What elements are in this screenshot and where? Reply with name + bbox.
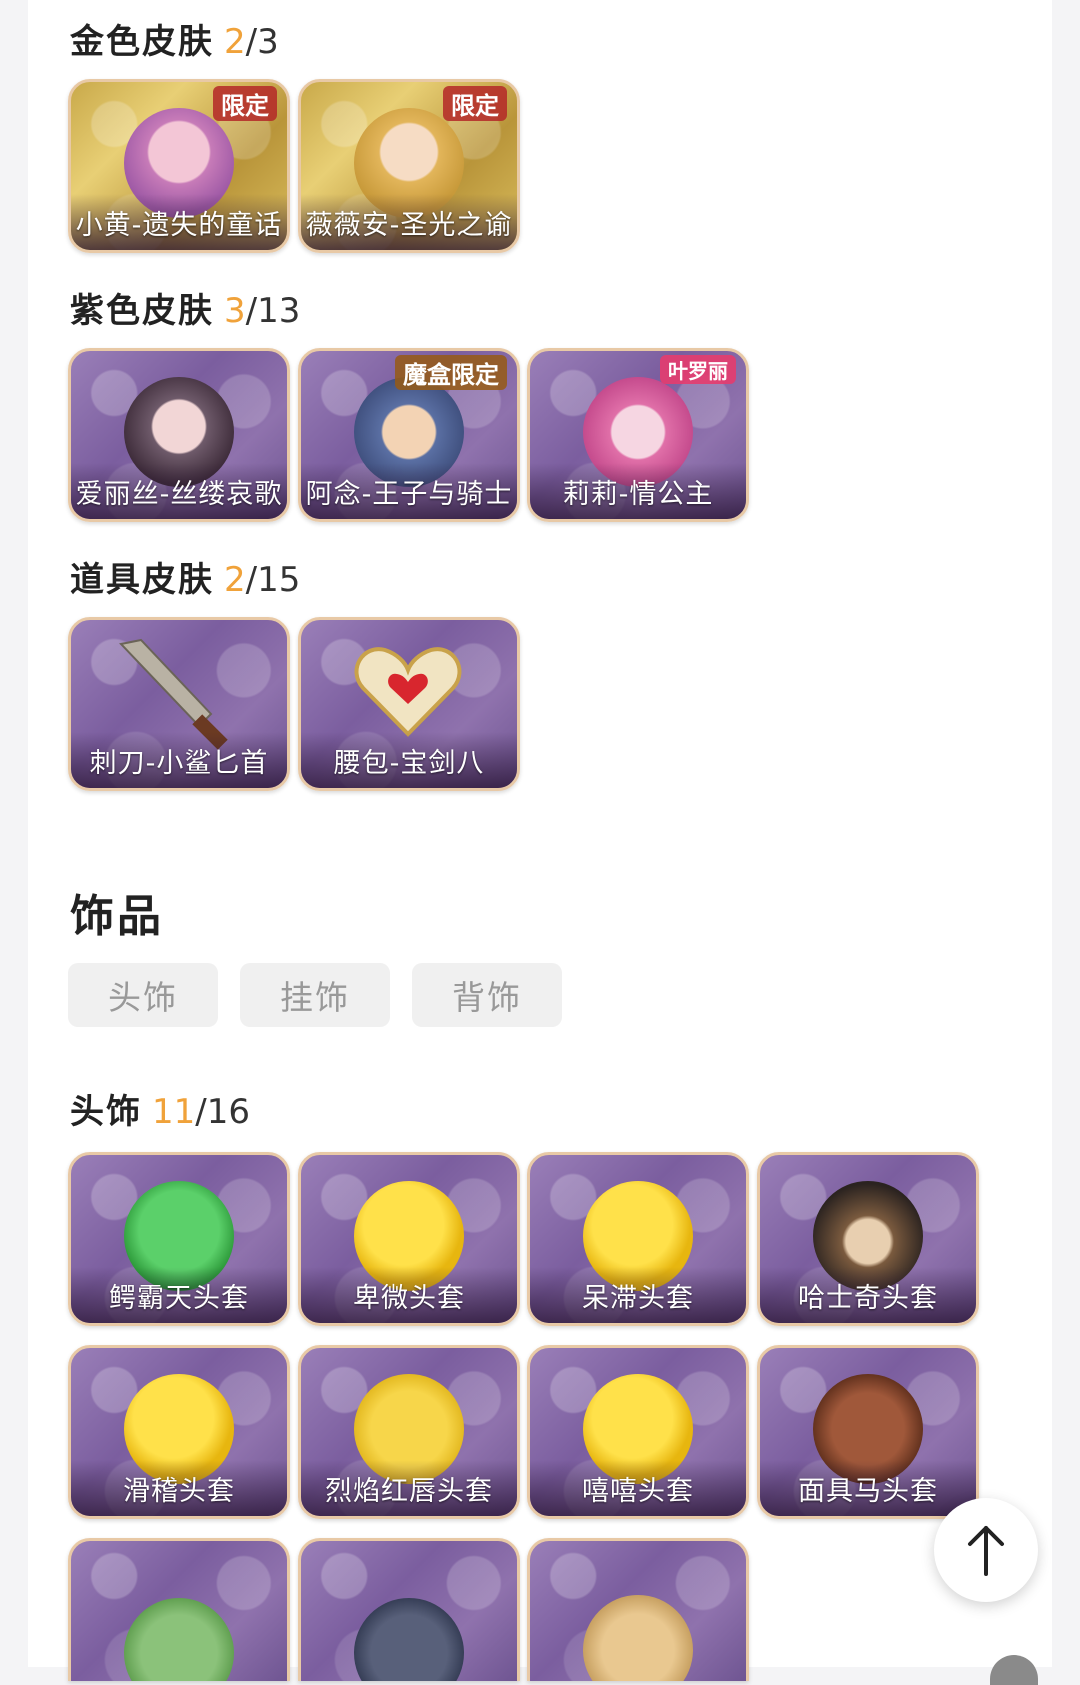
heart-icon <box>354 647 462 737</box>
skin-label: 莉莉-情公主 <box>530 463 746 519</box>
headwear-card[interactable] <box>298 1538 520 1681</box>
purple-skins-header: 紫色皮肤 3/13 <box>70 283 300 332</box>
collection-count: 2/3 <box>224 22 279 62</box>
item-label: 面具马头套 <box>760 1460 976 1516</box>
item-label: 烈焰红唇头套 <box>301 1460 517 1516</box>
skin-label: 薇薇安-圣光之谕 <box>301 194 517 250</box>
headwear-card[interactable]: 鳄霸天头套 <box>68 1152 290 1326</box>
section-title: 紫色皮肤 <box>70 291 214 331</box>
item-label: 哈士奇头套 <box>760 1267 976 1323</box>
skin-label: 腰包-宝剑八 <box>301 732 517 788</box>
headwear-card[interactable]: 哈士奇头套 <box>757 1152 979 1326</box>
skin-label: 小黄-遗失的童话 <box>71 194 287 250</box>
tab-pendant[interactable]: 挂饰 <box>240 963 390 1027</box>
section-title: 头饰 <box>70 1092 142 1132</box>
item-label: 呆滞头套 <box>530 1267 746 1323</box>
skin-card[interactable]: 限定 薇薇安-圣光之谕 <box>298 79 520 253</box>
headwear-header: 头饰 11/16 <box>70 1084 250 1133</box>
headwear-card[interactable]: 卑微头套 <box>298 1152 520 1326</box>
skin-card[interactable]: 魔盒限定 阿念-王子与骑士 <box>298 348 520 522</box>
skin-card[interactable]: 限定 小黄-遗失的童话 <box>68 79 290 253</box>
headwear-card[interactable] <box>68 1538 290 1681</box>
headwear-card[interactable]: 滑稽头套 <box>68 1345 290 1519</box>
skin-label: 爱丽丝-丝缕哀歌 <box>71 463 287 519</box>
back-to-top-button[interactable] <box>934 1498 1038 1602</box>
limited-badge: 限定 <box>443 86 507 121</box>
headwear-card[interactable]: 面具马头套 <box>757 1345 979 1519</box>
collection-count: 11/16 <box>152 1092 250 1132</box>
section-title: 金色皮肤 <box>70 22 214 62</box>
headwear-card[interactable]: 呆滞头套 <box>527 1152 749 1326</box>
item-label: 滑稽头套 <box>71 1460 287 1516</box>
tab-back-accessory[interactable]: 背饰 <box>412 963 562 1027</box>
skin-card[interactable]: 叶罗丽 莉莉-情公主 <box>527 348 749 522</box>
item-label: 卑微头套 <box>301 1267 517 1323</box>
section-title: 道具皮肤 <box>70 560 214 600</box>
skin-label: 阿念-王子与骑士 <box>301 463 517 519</box>
gold-skins-header: 金色皮肤 2/3 <box>70 14 279 63</box>
limited-badge: 魔盒限定 <box>395 355 507 390</box>
headwear-card[interactable] <box>527 1538 749 1681</box>
headwear-card[interactable]: 嘻嘻头套 <box>527 1345 749 1519</box>
prop-card[interactable]: 腰包-宝剑八 <box>298 617 520 791</box>
prop-skins-header: 道具皮肤 2/15 <box>70 552 300 601</box>
collection-count: 3/13 <box>224 291 301 331</box>
item-label: 鳄霸天头套 <box>71 1267 287 1323</box>
limited-badge: 限定 <box>213 86 277 121</box>
prop-card[interactable]: 刺刀-小鲨匕首 <box>68 617 290 791</box>
skin-label: 刺刀-小鲨匕首 <box>71 732 287 788</box>
skin-card[interactable]: 爱丽丝-丝缕哀歌 <box>68 348 290 522</box>
tab-headwear[interactable]: 头饰 <box>68 963 218 1027</box>
headwear-card[interactable]: 烈焰红唇头套 <box>298 1345 520 1519</box>
arrow-up-icon <box>968 1526 1004 1576</box>
accessories-title: 饰品 <box>70 891 164 942</box>
collection-count: 2/15 <box>224 560 301 600</box>
collab-badge: 叶罗丽 <box>660 355 736 384</box>
item-label: 嘻嘻头套 <box>530 1460 746 1516</box>
